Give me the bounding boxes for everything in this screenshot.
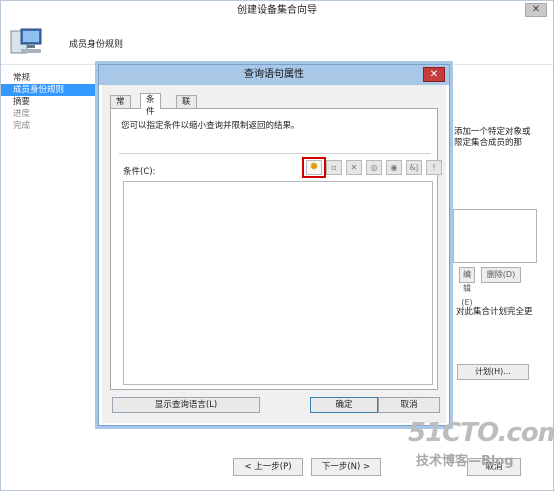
show-query-language-button[interactable]: 显示查询语言(L) [112,397,260,413]
dialog-close-icon[interactable]: ✕ [423,67,445,82]
bg-edit-button: 编辑(E) [459,267,475,307]
watermark-subtitle: 技术博客—Blog [416,454,514,469]
step-progress: 进度 [13,109,31,119]
schedule-button[interactable]: 计划(H)... [457,364,529,380]
tab-general[interactable]: 常规 [110,95,131,119]
wizard-header: 成员身份规则 [1,21,553,65]
new-criterion-icon[interactable]: ✹ [306,160,322,175]
bg-rules-list [453,209,537,263]
bg-delete-button: 删除(D) [481,267,521,283]
wizard-title: 创建设备集合向导 [1,1,553,21]
dialog-cancel-button[interactable]: 取消 [378,397,440,413]
bg-text-2: 限定集合成员的那 [454,138,523,148]
criteria-panel: 您可以指定条件以缩小查询并限制返回的结果。 条件(C): ✹ ▫ ✕ ◎ ◉ &… [110,108,442,390]
tab-joins[interactable]: 联接 [176,95,197,119]
divider [119,153,431,154]
not-icon[interactable]: ! [426,160,442,175]
criteria-label: 条件(C): [123,167,156,177]
header-title: 成员身份规则 [69,40,124,50]
watermark-logo: 51CTO.com [408,418,554,448]
step-summary[interactable]: 摘要 [1,96,111,108]
back-button[interactable]: < 上一步(P) [233,458,303,476]
and-or-icon[interactable]: &| [406,160,422,175]
query-statement-dialog: 查询语句属性 ✕ 常规 条件 联接 您可以指定条件以缩小查询并限制返回的结果。 … [98,64,450,426]
ungroup-icon[interactable]: ◉ [386,160,402,175]
next-button[interactable]: 下一步(N) > [311,458,381,476]
bg-text-3: 对此集合计划完全更 [456,307,533,317]
ok-button[interactable]: 确定 [310,397,378,413]
computer-icon [10,28,42,54]
properties-icon[interactable]: ▫ [326,160,342,175]
wizard-close-icon[interactable]: ✕ [525,3,547,17]
step-membership-rules[interactable]: 成员身份规则 [1,84,111,96]
dialog-body: 常规 条件 联接 您可以指定条件以缩小查询并限制返回的结果。 条件(C): ✹ … [102,85,446,423]
delete-icon[interactable]: ✕ [346,160,362,175]
group-icon[interactable]: ◎ [366,160,382,175]
criteria-list[interactable] [123,181,433,385]
step-general[interactable]: 常规 [1,72,111,84]
tab-criteria[interactable]: 条件 [140,93,161,117]
criteria-description: 您可以指定条件以缩小查询并限制返回的结果。 [121,121,300,131]
wizard-steps: 常规 成员身份规则 摘要 进度 完成 [1,66,111,466]
dialog-title: 查询语句属性 [99,65,449,85]
step-completion: 完成 [13,121,31,131]
